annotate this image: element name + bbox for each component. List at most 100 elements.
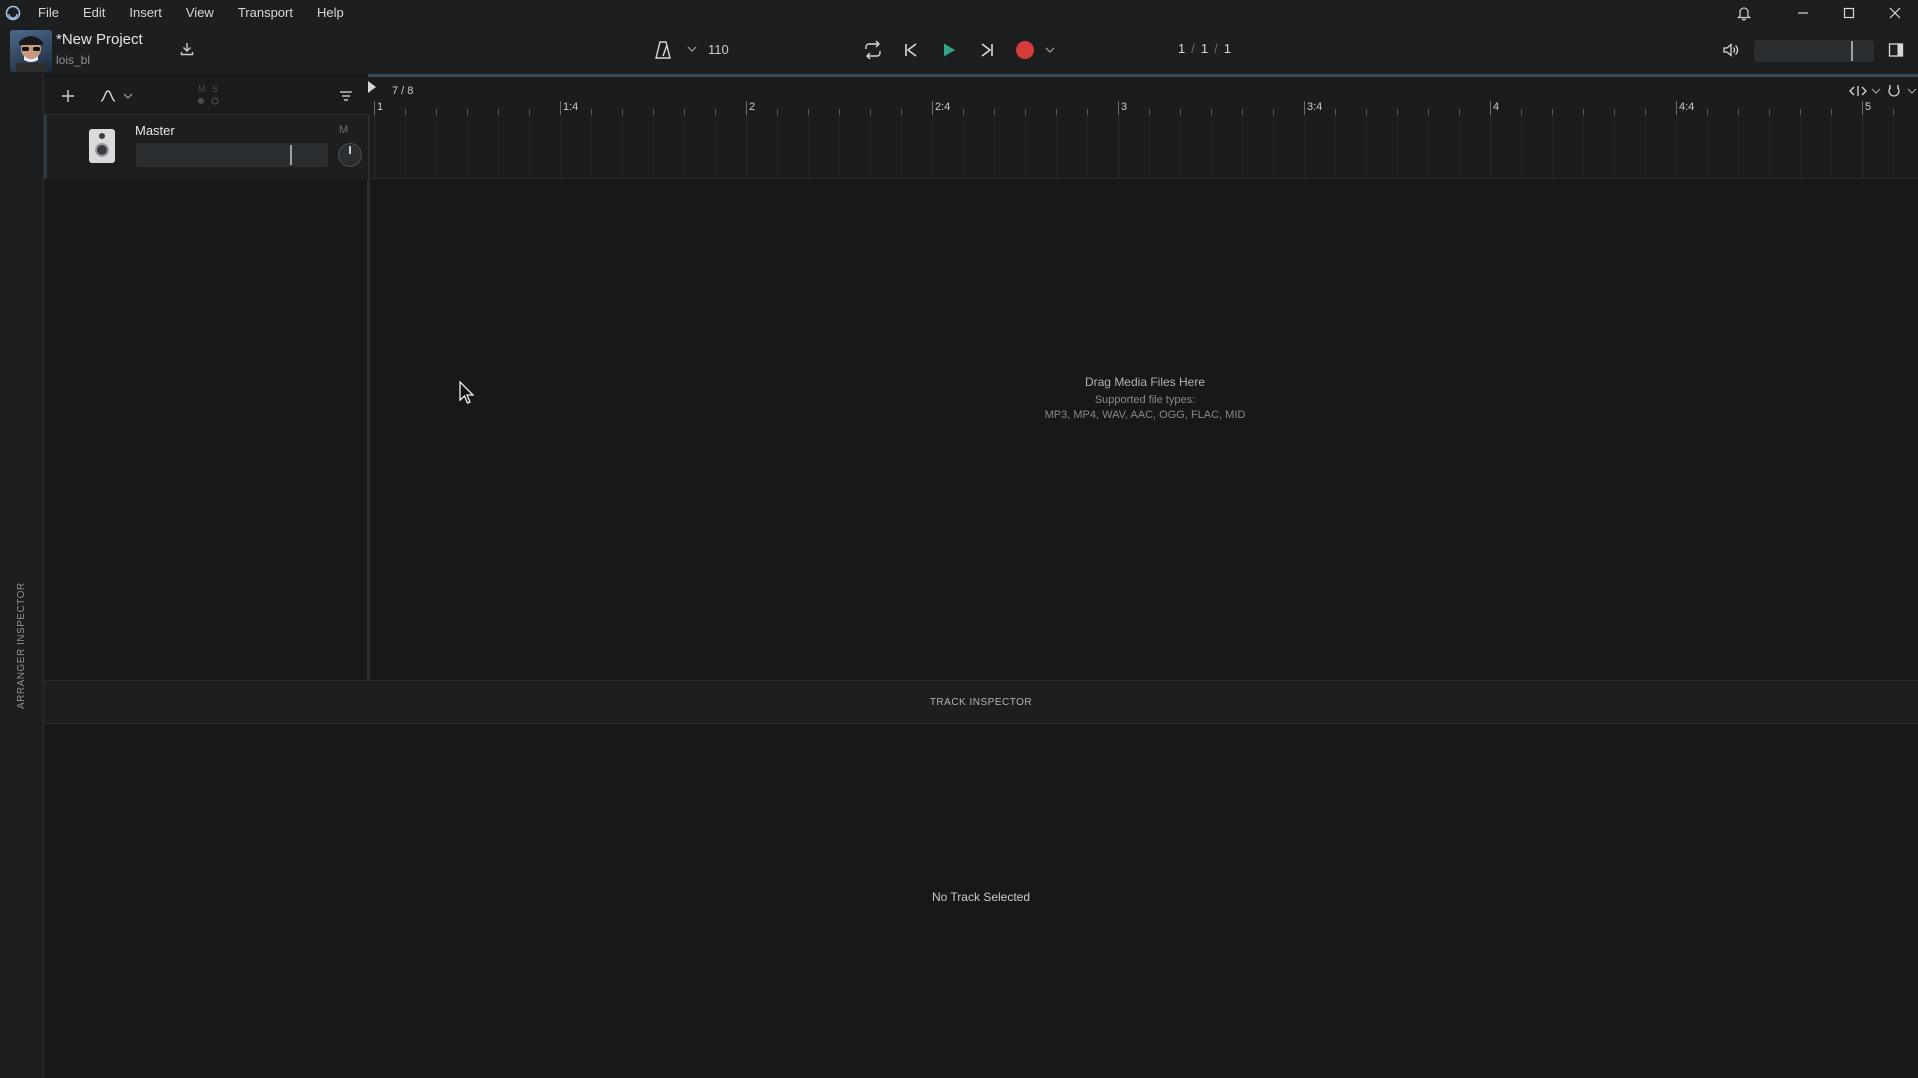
notification-bell-icon[interactable] [1732, 2, 1756, 24]
mute-solo-mini[interactable]: M S [196, 84, 228, 108]
time-signature[interactable]: 7 / 8 [392, 85, 413, 97]
menu-file[interactable]: File [26, 0, 71, 26]
arranger-inspector-label[interactable]: ARRANGER INSPECTOR [16, 582, 27, 709]
master-volume-slider[interactable] [1754, 40, 1874, 62]
grid-line [1893, 115, 1894, 179]
menu-view[interactable]: View [174, 0, 226, 26]
position-display[interactable]: 1 / 1 / 1 [1178, 41, 1231, 56]
position-beat: 1 [1200, 41, 1209, 56]
drop-title: Drag Media Files Here [1084, 375, 1206, 389]
drop-zone-hint: Drag Media Files Here Supported file typ… [370, 375, 1918, 423]
app-logo-icon[interactable] [0, 0, 26, 26]
menu-help[interactable]: Help [305, 0, 356, 26]
grid-line [622, 115, 623, 179]
master-track-lane[interactable] [370, 115, 1918, 179]
speaker-icon [89, 129, 115, 163]
master-track-name: Master [135, 123, 175, 138]
ruler-label: 3:4 [1307, 101, 1323, 113]
chevron-down-icon[interactable] [1041, 37, 1059, 63]
grid-line [808, 115, 809, 179]
chevron-down-icon[interactable] [686, 42, 698, 56]
loop-icon[interactable] [860, 37, 886, 63]
grid-line [1211, 115, 1212, 179]
master-volume-knob[interactable] [1851, 41, 1853, 61]
project-title[interactable]: *New Project [56, 31, 143, 48]
drop-subtitle: Supported file types: [1094, 394, 1196, 406]
skip-forward-icon[interactable] [974, 37, 1000, 63]
grid-line [1273, 115, 1274, 179]
ruler-tools [1848, 81, 1918, 101]
grid-line [684, 115, 685, 179]
grid-line [1769, 115, 1770, 179]
chevron-down-icon[interactable] [122, 85, 134, 107]
menu-insert[interactable]: Insert [117, 0, 174, 26]
tempo-value[interactable]: 110 [708, 42, 729, 57]
position-tick: 1 [1223, 41, 1231, 56]
ruler-major-tick [1490, 101, 1491, 115]
avatar[interactable] [10, 30, 52, 72]
master-track-header[interactable]: Master M [44, 115, 368, 179]
add-track-icon[interactable] [58, 85, 78, 107]
grid-line [994, 115, 995, 179]
zoom-fit-icon[interactable] [1848, 81, 1868, 101]
chevron-down-icon[interactable] [1906, 81, 1918, 101]
grid-line [1180, 115, 1181, 179]
position-separator: / [1214, 41, 1218, 56]
track-tools-bar: M S [44, 77, 368, 115]
project-user: lois_bl [56, 53, 91, 67]
minimize-icon[interactable] [1780, 0, 1826, 26]
grid-line [1056, 115, 1057, 179]
maximize-icon[interactable] [1826, 0, 1872, 26]
panel-toggle-icon[interactable] [1884, 38, 1908, 62]
download-icon[interactable] [176, 38, 198, 60]
chevron-down-icon[interactable] [1870, 81, 1882, 101]
grid-line [932, 115, 933, 179]
master-volume-fader[interactable] [136, 143, 328, 167]
grid-line [1583, 115, 1584, 179]
close-icon[interactable] [1872, 0, 1918, 26]
timeline-ruler[interactable]: 7 / 8 1 1:4 2 2:4 3 3:4 4 4:4 5 [368, 77, 1918, 115]
playhead-marker[interactable] [368, 81, 376, 93]
arranger-area[interactable]: Drag Media Files Here Supported file typ… [368, 115, 1918, 680]
menu-transport[interactable]: Transport [226, 0, 305, 26]
ruler-label: 5 [1865, 101, 1872, 113]
grid-line [374, 115, 375, 179]
position-bar: 1 [1178, 41, 1186, 56]
menu-edit[interactable]: Edit [71, 0, 117, 26]
metronome-icon[interactable] [652, 38, 674, 62]
master-pan-knob[interactable] [338, 143, 362, 167]
mini-solo-label: S [212, 84, 219, 94]
speaker-volume-icon[interactable] [1720, 38, 1742, 62]
no-track-selected-text: No Track Selected [931, 890, 1031, 904]
position-separator: / [1191, 41, 1195, 56]
grid-line [1242, 115, 1243, 179]
filter-icon[interactable] [336, 85, 356, 107]
track-inspector-panel: No Track Selected [44, 724, 1918, 1078]
grid-line [1552, 115, 1553, 179]
grid-line [1831, 115, 1832, 179]
play-icon[interactable] [936, 37, 962, 63]
record-icon[interactable] [1012, 37, 1038, 63]
grid-line [1490, 115, 1491, 179]
grid-line [839, 115, 840, 179]
grid-line [1614, 115, 1615, 179]
track-list: Master M [44, 115, 368, 680]
ruler-major-tick [1676, 101, 1677, 115]
grid-line [653, 115, 654, 179]
mouse-cursor-icon [458, 380, 476, 410]
grid-line [1645, 115, 1646, 179]
grid-line [870, 115, 871, 179]
ruler-major-tick [1862, 101, 1863, 115]
snap-icon[interactable] [1884, 81, 1904, 101]
automation-icon[interactable] [98, 85, 118, 107]
grid-line [901, 115, 902, 179]
master-mute-button[interactable]: M [339, 124, 348, 136]
fader-knob[interactable] [290, 145, 292, 165]
skip-back-icon[interactable] [898, 37, 924, 63]
arranger-inspector-strip[interactable]: ARRANGER INSPECTOR [0, 74, 44, 1078]
ruler-label: 2 [749, 101, 756, 113]
grid-line [1397, 115, 1398, 179]
ruler-major-tick [560, 101, 561, 115]
ruler-major-tick [746, 101, 747, 115]
track-inspector-header[interactable]: TRACK INSPECTOR [44, 680, 1918, 724]
